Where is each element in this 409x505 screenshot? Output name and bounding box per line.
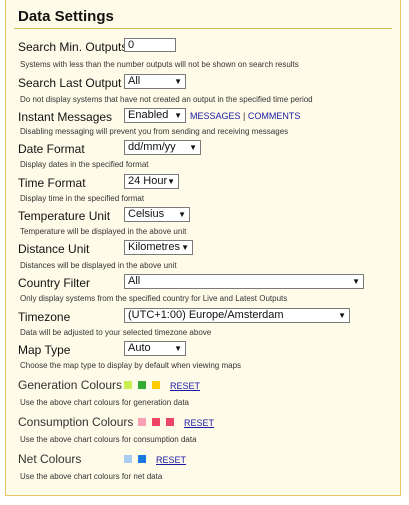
consumption-colour-swatch-3[interactable] (166, 418, 174, 426)
net-colours-reset-link[interactable]: RESET (156, 455, 186, 465)
country-filter-select[interactable]: All ▼ (124, 274, 364, 289)
map-type-hint: Choose the map type to display by defaul… (20, 361, 242, 370)
map-type-value: Auto (128, 342, 151, 354)
search-last-output-value: All (128, 75, 141, 87)
date-format-value: dd/mm/yy (128, 141, 176, 153)
comments-link[interactable]: COMMENTS (248, 111, 301, 121)
search-min-outputs-input[interactable]: 0 (124, 38, 176, 52)
generation-colour-swatch-3[interactable] (152, 381, 160, 389)
timezone-hint: Data will be adjusted to your selected t… (20, 328, 212, 337)
net-colours-hint: Use the above chart colours for net data (20, 472, 163, 481)
temperature-unit-value: Celsius (128, 208, 165, 220)
chevron-down-icon: ▼ (167, 177, 175, 186)
chevron-down-icon: ▼ (338, 311, 346, 320)
time-format-value: 24 Hour (128, 175, 168, 187)
map-type-label: Map Type (18, 343, 71, 357)
time-format-label: Time Format (18, 176, 86, 190)
time-format-select[interactable]: 24 Hour ▼ (124, 174, 179, 189)
timezone-value: (UTC+1:00) Europe/Amsterdam (128, 309, 284, 321)
timezone-label: Timezone (18, 310, 71, 324)
temperature-unit-hint: Temperature will be displayed in the abo… (20, 227, 187, 236)
generation-colours-label: Generation Colours (18, 378, 123, 392)
consumption-colours-hint: Use the above chart colours for consumpt… (20, 435, 197, 444)
net-colour-swatch-1[interactable] (124, 455, 132, 463)
date-format-select[interactable]: dd/mm/yy ▼ (124, 140, 201, 155)
consumption-colour-swatch-2[interactable] (152, 418, 160, 426)
consumption-colour-swatch-1[interactable] (138, 418, 146, 426)
temperature-unit-select[interactable]: Celsius ▼ (124, 207, 190, 222)
net-colours-label: Net Colours (18, 452, 82, 466)
search-min-outputs-hint: Systems with less than the number output… (20, 60, 299, 69)
distance-unit-select[interactable]: Kilometres ▼ (124, 240, 193, 255)
distance-unit-hint: Distances will be displayed in the above… (20, 261, 177, 270)
consumption-colours-label: Consumption Colours (18, 415, 134, 429)
chevron-down-icon: ▼ (189, 143, 197, 152)
link-separator: | (243, 111, 246, 121)
chevron-down-icon: ▼ (181, 243, 189, 252)
time-format-hint: Display time in the specified format (20, 194, 145, 203)
country-filter-value: All (128, 275, 141, 287)
chevron-down-icon: ▼ (174, 344, 182, 353)
country-filter-hint: Only display systems from the specified … (20, 294, 288, 303)
temperature-unit-label: Temperature Unit (18, 209, 111, 223)
instant-messages-value: Enabled (128, 109, 169, 121)
title-divider (14, 28, 392, 29)
map-type-select[interactable]: Auto ▼ (124, 341, 186, 356)
search-last-output-label: Search Last Output (18, 76, 122, 90)
chevron-down-icon: ▼ (178, 210, 186, 219)
search-last-output-hint: Do not display systems that have not cre… (20, 95, 313, 104)
date-format-label: Date Format (18, 142, 85, 156)
page-title: Data Settings (18, 8, 114, 25)
timezone-select[interactable]: (UTC+1:00) Europe/Amsterdam ▼ (124, 308, 350, 323)
data-settings-panel: Data Settings Search Min. Outputs 0 Syst… (5, 0, 401, 496)
date-format-hint: Display dates in the specified format (20, 160, 149, 169)
generation-colours-hint: Use the above chart colours for generati… (20, 398, 189, 407)
chevron-down-icon: ▼ (352, 277, 360, 286)
messages-link[interactable]: MESSAGES (190, 111, 241, 121)
instant-messages-links: MESSAGES | COMMENTS (190, 111, 300, 121)
distance-unit-value: Kilometres (128, 241, 180, 253)
country-filter-label: Country Filter (18, 276, 91, 290)
generation-colour-swatch-2[interactable] (138, 381, 146, 389)
generation-colours-reset-link[interactable]: RESET (170, 381, 200, 391)
search-min-outputs-label: Search Min. Outputs (18, 40, 128, 54)
search-last-output-select[interactable]: All ▼ (124, 74, 186, 89)
instant-messages-hint: Disabling messaging will prevent you fro… (20, 127, 289, 136)
instant-messages-select[interactable]: Enabled ▼ (124, 108, 186, 123)
consumption-colours-reset-link[interactable]: RESET (184, 418, 214, 428)
net-colour-swatch-2[interactable] (138, 455, 146, 463)
chevron-down-icon: ▼ (174, 77, 182, 86)
generation-colour-swatch-1[interactable] (124, 381, 132, 389)
instant-messages-label: Instant Messages (18, 110, 113, 124)
chevron-down-icon: ▼ (174, 111, 182, 120)
distance-unit-label: Distance Unit (18, 242, 90, 256)
